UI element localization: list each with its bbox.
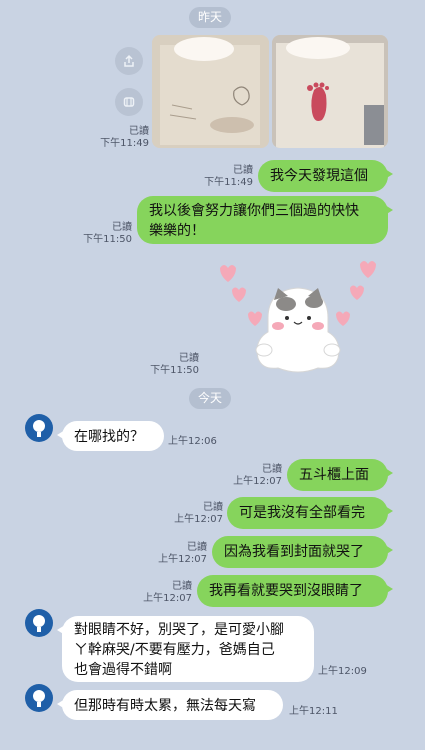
read-status: 已讀	[262, 464, 282, 475]
message-text-line: 樂樂的！	[149, 223, 205, 239]
message-time: 上午12:07	[143, 593, 192, 604]
message-bubble-outgoing[interactable]: 我以後會努力讓你們三個過的快快 樂樂的！	[137, 196, 393, 244]
message-text-line: 也會過得不錯啊	[74, 662, 172, 678]
message-text: 在哪找的？	[74, 429, 144, 445]
message-time: 上午12:11	[289, 706, 338, 717]
read-status: 已讀	[187, 542, 207, 553]
share-icon	[124, 54, 134, 67]
message-bubble-incoming[interactable]: 但那時有時太累，無法每天寫	[57, 690, 283, 720]
read-status: 已讀	[203, 502, 223, 513]
read-status: 已讀	[172, 581, 192, 592]
message-text: 可是我沒有全部看完	[239, 505, 365, 521]
avatar[interactable]	[25, 414, 53, 442]
sticker-cat[interactable]	[212, 258, 384, 378]
avatar[interactable]	[25, 609, 53, 637]
message-text: 因為我看到封面就哭了	[224, 544, 364, 560]
read-status: 已讀	[179, 353, 199, 364]
message-text: 五斗櫃上面	[299, 467, 369, 483]
message-text: 我再看就要哭到沒眼睛了	[209, 583, 363, 599]
message-bubble-outgoing[interactable]: 因為我看到封面就哭了	[212, 536, 393, 568]
avatar-icon	[33, 690, 45, 707]
chat-thread: 昨天 已讀 下午11:49 已讀 下午11:49 我今天發現這個 已讀 下午11…	[0, 0, 425, 750]
read-status: 已讀	[112, 222, 132, 233]
photo-read-status: 已讀	[129, 126, 149, 137]
message-time: 下午11:50	[83, 234, 132, 245]
message-text: 我今天發現這個	[270, 168, 368, 184]
avatar[interactable]	[25, 684, 53, 712]
date-pill-today: 今天	[189, 388, 231, 409]
message-time: 上午12:07	[158, 554, 207, 565]
message-bubble-outgoing[interactable]: 我今天發現這個	[258, 160, 393, 192]
message-time: 上午12:06	[168, 436, 217, 447]
message-time: 下午11:50	[150, 365, 199, 376]
message-time: 上午12:09	[318, 666, 367, 677]
message-bubble-outgoing[interactable]: 可是我沒有全部看完	[227, 497, 393, 529]
message-text-line: ㄚ幹麻哭/不要有壓力，爸媽自己	[74, 642, 275, 658]
save-button[interactable]	[115, 88, 143, 116]
message-time: 上午12:07	[233, 476, 282, 487]
avatar-icon	[33, 420, 45, 437]
message-bubble-outgoing[interactable]: 五斗櫃上面	[287, 459, 393, 491]
message-time: 下午11:49	[204, 177, 253, 188]
photo-thumbnail-1[interactable]	[152, 35, 269, 148]
photo-thumbnail-2[interactable]	[272, 35, 388, 148]
date-pill-yesterday: 昨天	[189, 7, 231, 28]
message-text-line: 對眼睛不好，別哭了，是可愛小腳	[74, 622, 284, 638]
message-bubble-incoming[interactable]: 在哪找的？	[57, 421, 164, 451]
message-text: 但那時有時太累，無法每天寫	[74, 698, 256, 714]
message-time: 上午12:07	[174, 514, 223, 525]
message-text-line: 我以後會努力讓你們三個過的快快	[149, 203, 359, 219]
message-bubble-incoming[interactable]: 對眼睛不好，別哭了，是可愛小腳 ㄚ幹麻哭/不要有壓力，爸媽自己 也會過得不錯啊	[57, 616, 314, 682]
photo-timestamp: 下午11:49	[100, 138, 149, 149]
read-status: 已讀	[233, 165, 253, 176]
avatar-icon	[33, 615, 45, 632]
message-bubble-outgoing[interactable]: 我再看就要哭到沒眼睛了	[197, 575, 393, 607]
save-icon	[123, 97, 135, 107]
share-button[interactable]	[115, 47, 143, 75]
